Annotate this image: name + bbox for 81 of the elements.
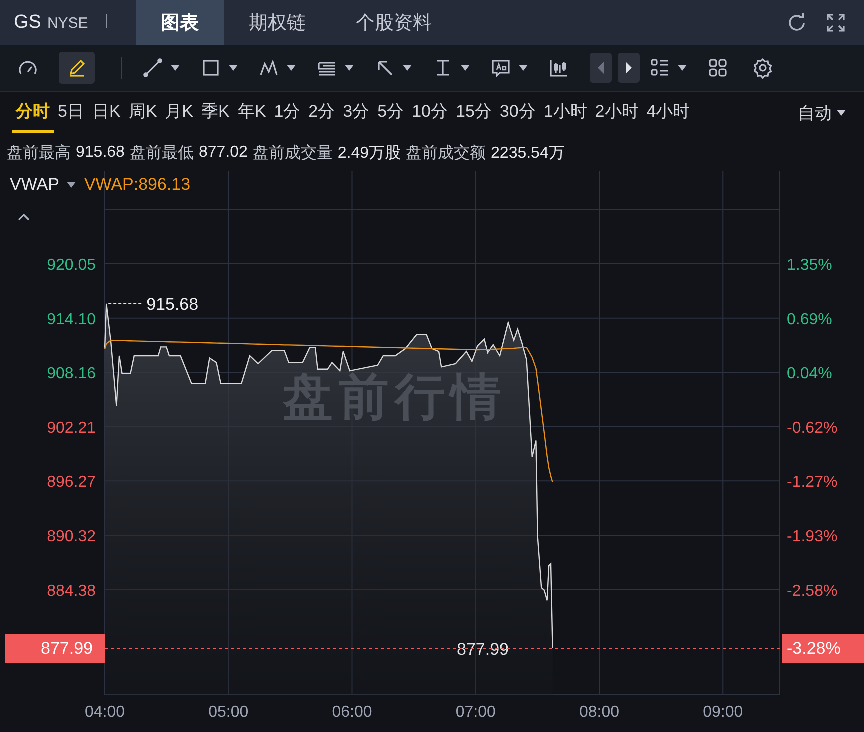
x-axis-label: 05:00 <box>208 704 249 721</box>
y-axis-label: 914.10 <box>47 311 96 328</box>
period-tab[interactable]: 1小时 <box>540 93 592 133</box>
refresh-icon[interactable] <box>786 12 808 34</box>
y-axis-label: 890.32 <box>47 528 96 546</box>
period-tab[interactable]: 2分 <box>304 93 340 133</box>
caret-icon[interactable] <box>171 65 180 71</box>
percent-axis-label: -1.27% <box>787 474 838 492</box>
grid-icon <box>707 57 729 79</box>
percent-axis-label: 0.69% <box>787 311 832 328</box>
period-tab[interactable]: 月K <box>161 93 198 133</box>
candles-icon <box>548 57 570 79</box>
period-tab[interactable]: 10分 <box>408 93 452 133</box>
period-tab[interactable]: 15分 <box>452 93 496 133</box>
x-axis-label: 08:00 <box>579 704 620 721</box>
fullscreen-icon[interactable] <box>826 12 846 32</box>
caret-icon[interactable] <box>229 65 238 71</box>
period-tab[interactable]: 日K <box>88 93 125 133</box>
caret-icon[interactable] <box>287 65 296 71</box>
caret-icon[interactable] <box>67 182 76 188</box>
indicator-name[interactable]: VWAP <box>10 175 60 195</box>
stat-label: 盘前最高 <box>7 144 71 164</box>
caret-icon[interactable] <box>345 65 354 71</box>
y-axis-label: 908.16 <box>47 366 96 383</box>
stat-label: 盘前成交额 <box>406 144 486 164</box>
period-tab[interactable]: 周K <box>124 93 162 133</box>
stat-value: 915.68 <box>76 144 125 162</box>
collapse-icon[interactable] <box>18 213 30 221</box>
next-icon <box>626 62 632 74</box>
percent-axis-label: 0.04% <box>787 366 832 383</box>
percent-badge: -3.28% <box>782 634 864 664</box>
settings-icon <box>752 57 774 79</box>
percent-axis-label: 1.35% <box>787 256 832 274</box>
period-tab[interactable]: 5日 <box>54 93 88 133</box>
stat-label: 盘前成交量 <box>252 144 333 164</box>
tab[interactable]: 期权链 <box>224 0 331 45</box>
line-icon <box>142 57 164 79</box>
percent-axis-label: -0.62% <box>787 420 838 437</box>
x-axis-label: 04:00 <box>84 704 126 721</box>
text-icon <box>490 57 512 79</box>
exchange-label: NYSE <box>47 14 88 32</box>
y-axis-label: 902.21 <box>47 420 96 437</box>
period-tab[interactable]: 4小时 <box>642 93 694 133</box>
percent-axis-label: -1.93% <box>787 528 838 546</box>
list-icon <box>649 57 671 79</box>
period-tab[interactable]: 年K <box>234 93 270 133</box>
scale-dropdown[interactable]: 自动 <box>792 100 852 126</box>
last-price-label: 877.99 <box>457 640 509 660</box>
ticker-symbol: GS <box>14 12 42 34</box>
period-tab[interactable]: 季K <box>198 93 234 133</box>
x-axis-label: 09:00 <box>703 704 744 721</box>
period-tab[interactable]: 3分 <box>339 93 374 133</box>
x-axis-label: 06:00 <box>332 704 372 721</box>
y-axis-label: 884.38 <box>47 582 96 600</box>
period-tab[interactable]: 分时 <box>12 93 54 133</box>
period-tab[interactable]: 1分 <box>270 93 305 133</box>
x-axis-label: 07:00 <box>456 704 496 721</box>
caret-icon[interactable] <box>678 65 687 71</box>
stat-value: 2235.54万 <box>491 144 565 164</box>
period-tab[interactable]: 2小时 <box>591 93 643 133</box>
stat-label: 盘前最低 <box>130 144 194 164</box>
tab[interactable]: 图表 <box>136 0 224 45</box>
indicator-reading: VWAP:896.13 <box>84 175 191 195</box>
prev-tool-button[interactable] <box>590 53 612 83</box>
caret-icon <box>837 110 846 116</box>
caret-icon[interactable] <box>461 65 470 71</box>
pen-tool-button[interactable] <box>59 52 95 84</box>
rect-icon <box>200 57 222 79</box>
prev-icon <box>598 62 604 74</box>
period-tab[interactable]: 5分 <box>374 93 408 133</box>
next-tool-button[interactable] <box>618 53 640 83</box>
caret-icon[interactable] <box>403 65 412 71</box>
tab[interactable]: 个股资料 <box>331 0 457 45</box>
percent-axis-label: -2.58% <box>787 582 838 600</box>
y-axis-label: 896.27 <box>47 474 96 492</box>
y-axis-label: 920.05 <box>47 256 96 274</box>
stat-value: 877.02 <box>198 144 248 162</box>
price-badge: 877.99 <box>5 634 105 664</box>
caret-icon[interactable] <box>519 65 528 71</box>
period-tab[interactable]: 30分 <box>496 93 540 133</box>
stat-value: 2.49万股 <box>338 144 402 164</box>
